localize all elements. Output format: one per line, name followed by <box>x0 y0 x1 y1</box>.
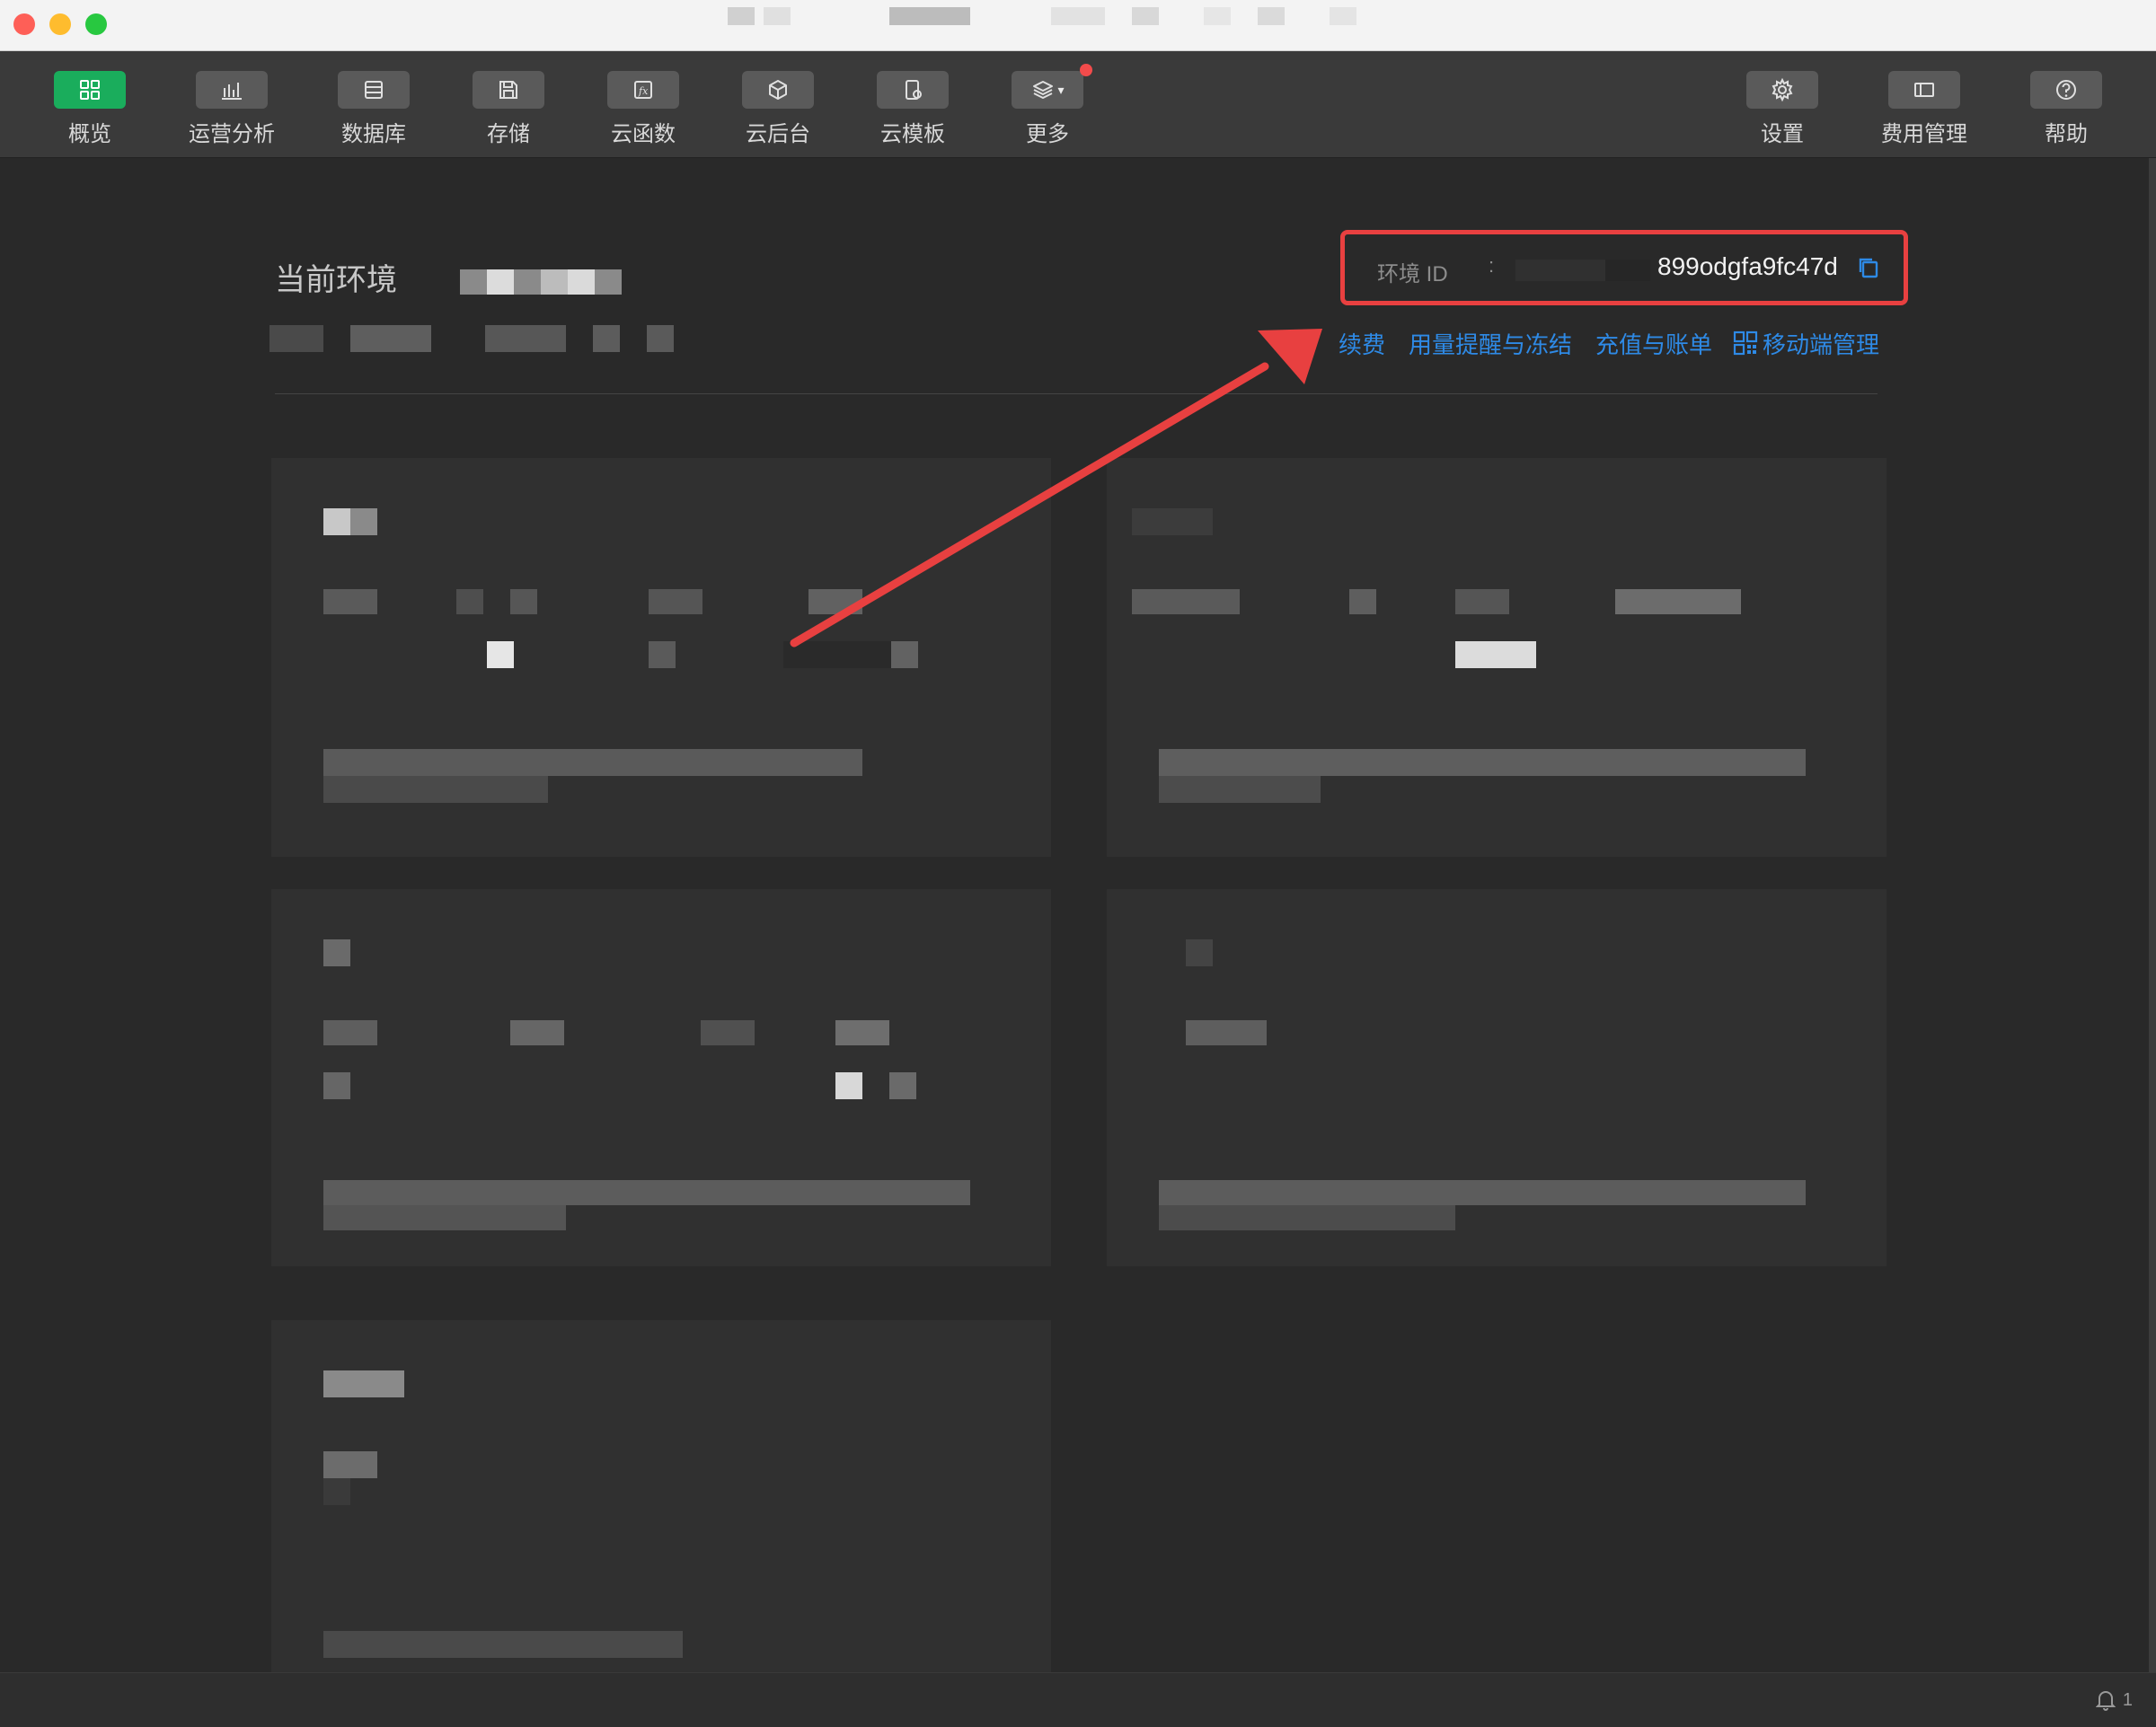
svg-text:fx: fx <box>638 85 649 97</box>
gear-icon <box>1746 71 1818 109</box>
help-icon <box>2030 71 2102 109</box>
cube-icon <box>742 71 814 109</box>
notification-dot <box>1080 64 1092 76</box>
maximize-window-button[interactable] <box>85 13 107 35</box>
status-bar: 1 <box>0 1672 2156 1727</box>
notification-count: 1 <box>2122 1689 2133 1710</box>
toolbar-label: 设置 <box>1761 122 1804 146</box>
toolbar-label: 云函数 <box>611 122 676 146</box>
storage-icon <box>473 71 544 109</box>
toolbar-label: 数据库 <box>341 122 406 146</box>
bell-icon <box>2095 1691 2116 1711</box>
toolbar-label: 帮助 <box>2045 122 2088 146</box>
toolbar-billing-button[interactable]: 费用管理 <box>1870 71 1978 147</box>
overview-icon <box>54 71 126 109</box>
toolbar-cloud-function-button[interactable]: fx 云函数 <box>589 71 697 147</box>
main-toolbar: 概览 运营分析 数据库 存储 fx 云函数 云后台 云模板 ▾ 更多 设置 费用… <box>0 51 2156 158</box>
toolbar-label: 运营分析 <box>189 122 275 146</box>
toolbar-overview-button[interactable]: 概览 <box>36 71 144 147</box>
function-icon: fx <box>607 71 679 109</box>
toolbar-label: 费用管理 <box>1881 122 1967 146</box>
toolbar-label: 更多 <box>1026 122 1069 146</box>
toolbar-analytics-button[interactable]: 运营分析 <box>178 71 286 147</box>
main-content: 当前环境 环境 ID : 899odgfa9fc47d 续费 用量提醒与冻结 充… <box>0 158 2149 1672</box>
analytics-icon <box>196 71 268 109</box>
close-window-button[interactable] <box>13 13 35 35</box>
template-icon <box>877 71 949 109</box>
layers-icon: ▾ <box>1012 64 1092 109</box>
database-icon <box>338 71 410 109</box>
toolbar-settings-button[interactable]: 设置 <box>1728 71 1836 147</box>
toolbar-label: 存储 <box>487 122 530 146</box>
minimize-window-button[interactable] <box>49 13 71 35</box>
annotation-arrow <box>790 329 1322 648</box>
toolbar-label: 概览 <box>68 122 111 146</box>
window-titlebar <box>0 0 2156 51</box>
window-title-redacted <box>719 7 1437 43</box>
toolbar-cloud-backend-button[interactable]: 云后台 <box>724 71 832 147</box>
chevron-down-icon: ▾ <box>1057 82 1065 97</box>
toolbar-cloud-template-button[interactable]: 云模板 <box>859 71 967 147</box>
toolbar-label: 云后台 <box>746 122 810 146</box>
billing-icon <box>1888 71 1960 109</box>
toolbar-storage-button[interactable]: 存储 <box>455 71 562 147</box>
toolbar-help-button[interactable]: 帮助 <box>2012 71 2120 147</box>
toolbar-database-button[interactable]: 数据库 <box>320 71 428 147</box>
toolbar-label: 云模板 <box>880 122 945 146</box>
toolbar-more-button[interactable]: ▾ 更多 <box>994 64 1101 147</box>
notification-bell[interactable]: 1 <box>2095 1689 2133 1711</box>
vertical-scrollbar[interactable] <box>2149 158 2156 1672</box>
